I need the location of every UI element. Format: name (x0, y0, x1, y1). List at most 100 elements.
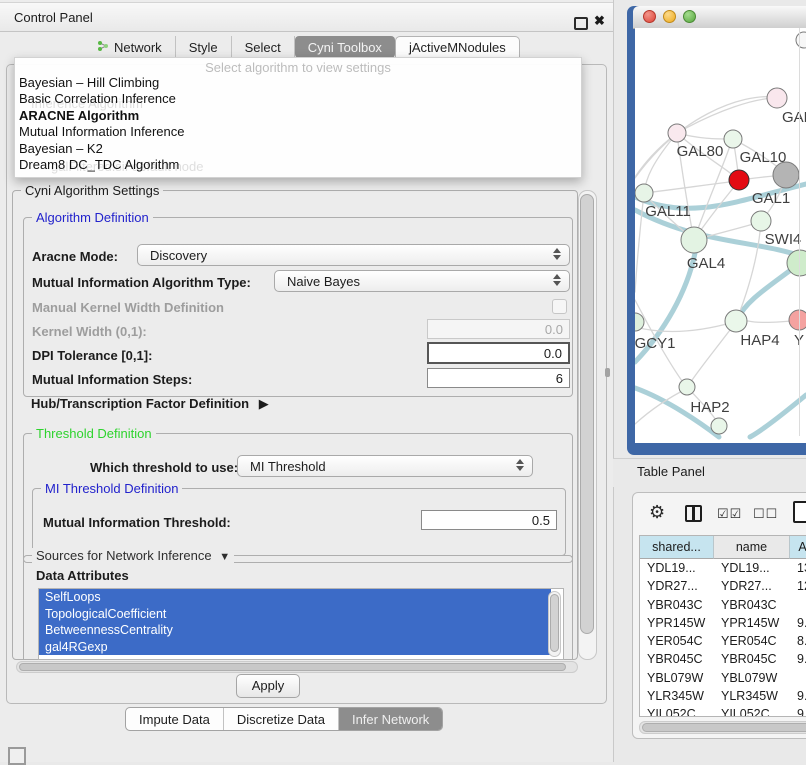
table-column-header[interactable]: name (714, 536, 790, 559)
table-row[interactable]: YPR145WYPR145W9. (640, 614, 806, 632)
hub-definition-toggle[interactable]: Hub/Transcription Factor Definition ▶ (31, 396, 269, 412)
dpi-tolerance-field[interactable]: 0.0 (427, 342, 570, 364)
network-node-gal80[interactable] (668, 124, 686, 142)
mi-steps-label: Mutual Information Steps: (32, 372, 192, 387)
network-node-gal1[interactable] (729, 170, 749, 190)
attribute-list-item[interactable]: TopologicalCoefficient (39, 606, 551, 623)
network-edge[interactable] (750, 395, 806, 437)
hide-columns-icon[interactable]: ☐☐ (753, 506, 778, 522)
network-node-gal11[interactable] (635, 184, 653, 202)
table-cell: YBR045C (714, 650, 790, 668)
table-row[interactable]: YLR345WYLR345W9. (640, 687, 806, 705)
network-canvas[interactable]: GALGAL80GAL10GAL1GAL11SWI4GAL4GCY1HAP4YH… (635, 28, 806, 443)
mi-threshold-label: Mutual Information Threshold: (43, 515, 231, 530)
algorithm-option[interactable]: ARACNE Algorithm (15, 108, 581, 124)
table-row[interactable]: YBL079WYBL079W (640, 669, 806, 687)
algorithm-option[interactable]: Bayesian – K2 (15, 141, 581, 157)
network-node-hap2[interactable] (679, 379, 695, 395)
tab-label: Cyni Toolbox (308, 40, 382, 55)
table-row[interactable]: YBR045CYBR045C9. (640, 650, 806, 668)
network-node-swi4[interactable] (751, 211, 771, 231)
mac-zoom-icon[interactable] (683, 10, 696, 23)
data-attributes-list[interactable]: SelfLoopsTopologicalCoefficientBetweenne… (38, 588, 564, 660)
collapse-down-icon[interactable]: ▼ (219, 551, 230, 563)
table-row[interactable]: YIL052CYIL052C9. (640, 705, 806, 717)
network-node-gray-node[interactable] (773, 162, 799, 188)
table-column-header[interactable]: A (790, 536, 806, 559)
manual-kernel-width-checkbox[interactable] (552, 299, 567, 314)
tab-jactivemnodules[interactable]: jActiveMNodules (395, 36, 520, 58)
algorithm-popup-items: Bayesian – Hill ClimbingBasic Correlatio… (15, 75, 581, 173)
attribute-list-item[interactable]: BetweennessCentrality (39, 622, 551, 639)
panel-splitter-handle[interactable] (605, 368, 610, 377)
attribute-list-item[interactable]: gal4RGexp (39, 639, 551, 656)
attribute-list-item[interactable]: SelfLoops (39, 589, 551, 606)
mi-threshold-field[interactable]: 0.5 (421, 510, 557, 530)
table-row[interactable]: YBR043CYBR043C (640, 596, 806, 614)
table-horizontal-scrollbar[interactable] (639, 721, 806, 734)
attr-list-scrollbar[interactable] (548, 591, 561, 657)
stepper-arrows-icon (553, 274, 561, 286)
mi-threshold-title: MI Threshold Definition (41, 481, 182, 496)
float-window-icon[interactable] (574, 17, 588, 30)
network-edge[interactable] (677, 98, 777, 133)
dock-panel-icon[interactable] (8, 747, 26, 765)
table-panel-body: ⚙ ☑☑ ☐☐ shared...nameA YDL19...YDL19...1… (632, 492, 806, 739)
close-icon[interactable]: ✖ (594, 13, 605, 29)
tab-style[interactable]: Style (176, 36, 232, 58)
algorithm-option[interactable]: Mutual Information Inference (15, 124, 581, 140)
node-label-hap2: HAP2 (690, 399, 729, 416)
network-node-hap4[interactable] (725, 310, 747, 332)
aracne-mode-combo[interactable]: Discovery (137, 244, 570, 266)
network-node-node-bottom-partial[interactable] (711, 418, 727, 434)
node-attribute-table[interactable]: shared...nameA YDL19...YDL19...13YDR27..… (639, 535, 806, 717)
expand-right-icon[interactable]: ▶ (259, 396, 269, 411)
network-canvas-edge (799, 28, 800, 436)
network-node-gal4[interactable] (681, 227, 707, 253)
table-column-header[interactable]: shared... (640, 536, 714, 559)
show-columns-icon[interactable]: ☑☑ (717, 506, 742, 522)
table-row[interactable]: YDL19...YDL19...13 (640, 559, 806, 577)
new-table-icon[interactable] (793, 501, 806, 523)
network-edge[interactable] (644, 133, 677, 193)
table-panel-title: Table Panel (637, 464, 705, 479)
apply-button[interactable]: Apply (236, 674, 300, 698)
mac-minimize-icon[interactable] (663, 10, 676, 23)
network-view-window[interactable]: GALGAL80GAL10GAL1GAL11SWI4GAL4GCY1HAP4YH… (627, 6, 806, 455)
bottom-tab-infer-network[interactable]: Infer Network (339, 708, 442, 730)
settings-gear-icon[interactable]: ⚙ (649, 502, 665, 523)
table-cell: YDL19... (714, 559, 790, 577)
stepper-arrows-icon (553, 248, 561, 260)
sources-toggle[interactable]: Sources for Network Inference ▼ (32, 548, 234, 563)
algorithm-option[interactable]: Dream8 DC_TDC Algorithm (15, 157, 581, 173)
tab-select[interactable]: Select (232, 36, 295, 58)
tab-cyni-toolbox[interactable]: Cyni Toolbox (295, 36, 395, 58)
network-node-gal10[interactable] (724, 130, 742, 148)
network-node-node-top-partial[interactable] (796, 32, 806, 48)
mi-steps-field[interactable]: 6 (427, 368, 570, 388)
algorithm-option[interactable]: Basic Correlation Inference (15, 91, 581, 107)
settings-vertical-scrollbar[interactable] (578, 190, 597, 660)
table-cell: YBL079W (714, 669, 790, 687)
network-edge[interactable] (644, 181, 738, 193)
mi-algorithm-type-combo[interactable]: Naive Bayes (274, 270, 570, 292)
settings-horizontal-scrollbar[interactable] (16, 661, 578, 673)
network-edge[interactable] (688, 322, 736, 386)
algorithm-option[interactable]: Bayesian – Hill Climbing (15, 75, 581, 91)
network-node-salmon-node[interactable] (789, 310, 806, 330)
network-window-titlebar[interactable] (633, 6, 806, 29)
table-cell: YDR27... (640, 577, 714, 595)
which-threshold-combo[interactable]: MI Threshold (237, 455, 533, 477)
tab-network[interactable]: Network (84, 36, 176, 58)
bottom-tab-discretize-data[interactable]: Discretize Data (224, 708, 339, 730)
table-row[interactable]: YER054CYER054C8. (640, 632, 806, 650)
table-row[interactable]: YDR27...YDR27...12 (640, 577, 806, 595)
bottom-tab-impute-data[interactable]: Impute Data (126, 708, 224, 730)
table-cell: YLR345W (714, 687, 790, 705)
column-layout-icon[interactable] (685, 505, 702, 522)
network-edge[interactable] (635, 193, 644, 292)
network-node-gal-top[interactable] (767, 88, 787, 108)
table-cell: 9. (790, 614, 806, 632)
control-panel-titlebar: Control Panel ✖ (0, 2, 613, 32)
mac-close-icon[interactable] (643, 10, 656, 23)
